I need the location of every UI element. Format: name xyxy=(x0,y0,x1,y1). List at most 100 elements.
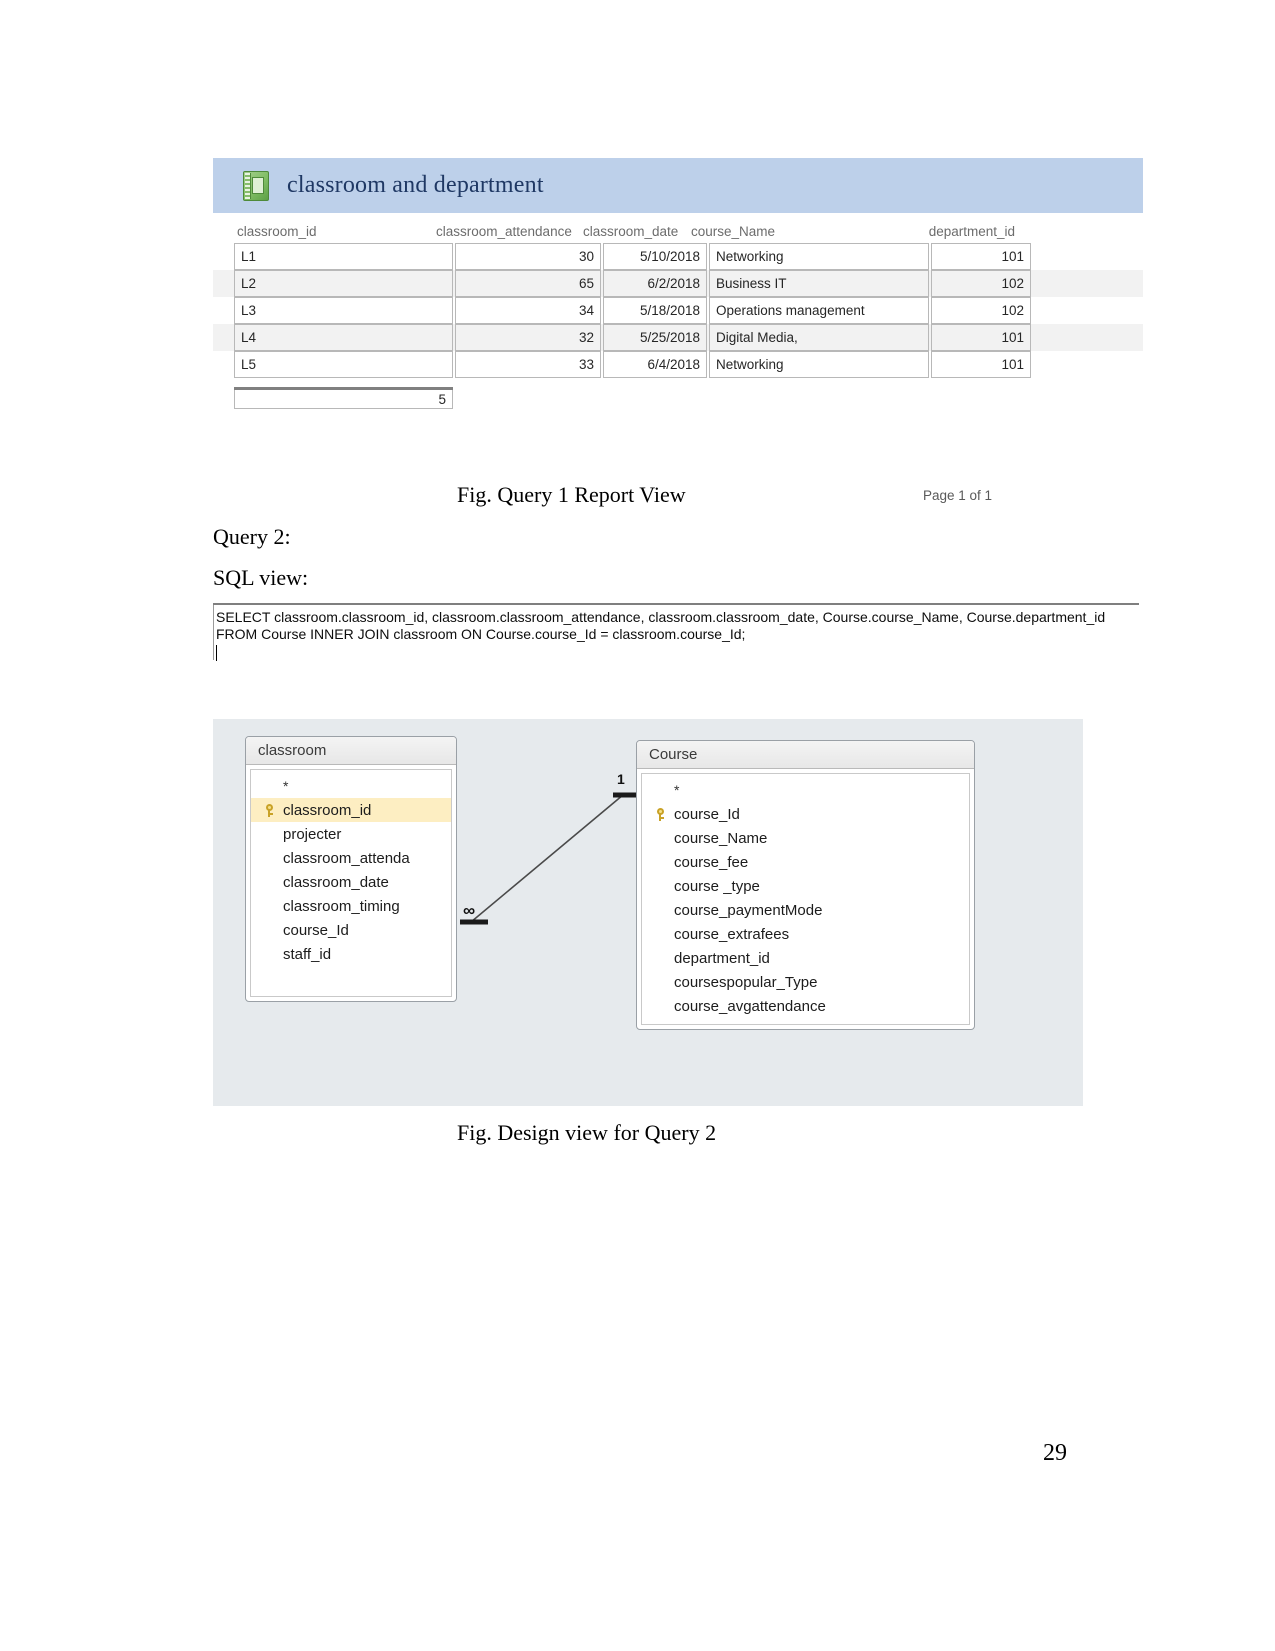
cell-classroom-id: L1 xyxy=(234,243,453,270)
cell-classroom-attendance: 32 xyxy=(455,324,601,351)
field-label: projecter xyxy=(283,825,342,843)
field-label: classroom_date xyxy=(283,873,389,891)
field-label: course_avgattendance xyxy=(674,997,826,1015)
relationship-many-label: ∞ xyxy=(463,901,476,920)
field-department-id[interactable]: department_id xyxy=(642,946,969,970)
field-label: * xyxy=(283,778,289,794)
cell-course-name: Digital Media, xyxy=(709,324,929,351)
field-course-name[interactable]: course_Name xyxy=(642,826,969,850)
column-header-classroom-date: classroom_date xyxy=(583,224,679,239)
table-row: L2 65 6/2/2018 Business IT 102 xyxy=(234,270,1033,297)
cell-classroom-id: L4 xyxy=(234,324,453,351)
sql-view-heading: SQL view: xyxy=(213,565,309,590)
page-number: 29 xyxy=(1043,1440,1067,1466)
field-label: course_Id xyxy=(674,805,740,823)
cell-classroom-id: L2 xyxy=(234,270,453,297)
cell-department-id: 101 xyxy=(931,351,1031,378)
report-book-icon xyxy=(243,170,269,201)
cell-course-name: Business IT xyxy=(709,270,929,297)
column-header-course-name: course_Name xyxy=(691,224,776,239)
field-label: coursespopular_Type xyxy=(674,973,818,991)
field-label: course_Id xyxy=(283,921,349,939)
column-header-department-id: department_id xyxy=(928,224,1015,239)
field-course-id[interactable]: course_Id xyxy=(251,918,451,942)
field-asterisk[interactable]: * xyxy=(642,778,969,802)
cell-classroom-attendance: 65 xyxy=(455,270,601,297)
design-table-title-course: Course xyxy=(637,741,974,769)
summary-count: 5 xyxy=(234,390,453,409)
field-course-avgattendance[interactable]: course_avgattendance xyxy=(642,994,969,1018)
field-course-id[interactable]: course_Id xyxy=(642,802,969,826)
field-course-type[interactable]: course _type xyxy=(642,874,969,898)
cell-department-id: 102 xyxy=(931,297,1031,324)
design-table-title-classroom: classroom xyxy=(246,737,456,765)
table-row: L3 34 5/18/2018 Operations management 10… xyxy=(234,297,1033,324)
field-course-payment-mode[interactable]: course_paymentMode xyxy=(642,898,969,922)
cell-department-id: 102 xyxy=(931,270,1031,297)
field-coursespopular-type[interactable]: coursespopular_Type xyxy=(642,970,969,994)
field-classroom-attendance[interactable]: classroom_attenda xyxy=(251,846,451,870)
field-label: classroom_timing xyxy=(283,897,400,915)
field-course-extrafees[interactable]: course_extrafees xyxy=(642,922,969,946)
design-table-fieldlist-classroom: * classroom_id projecter classroom_atten… xyxy=(250,769,452,997)
sql-statement-line-1[interactable]: SELECT classroom.classroom_id, classroom… xyxy=(213,605,1139,626)
design-table-course[interactable]: Course * course_Id course_Name course_fe… xyxy=(636,740,975,1030)
table-row: L5 33 6/4/2018 Networking 101 xyxy=(234,351,1033,378)
table-row: L4 32 5/25/2018 Digital Media, 101 xyxy=(234,324,1033,351)
cell-classroom-attendance: 33 xyxy=(455,351,601,378)
cell-classroom-date: 6/2/2018 xyxy=(603,270,707,297)
text-caret xyxy=(216,645,217,661)
column-header-classroom-attendance: classroom_attendance xyxy=(436,224,572,239)
field-label: course_extrafees xyxy=(674,925,790,943)
field-label: course_paymentMode xyxy=(674,901,823,919)
relationship-one-label: 1 xyxy=(617,771,625,787)
report-title: classroom and department xyxy=(287,172,544,198)
field-label: staff_id xyxy=(283,945,332,963)
field-projecter[interactable]: projecter xyxy=(251,822,451,846)
cell-department-id: 101 xyxy=(931,324,1031,351)
field-classroom-id[interactable]: classroom_id xyxy=(251,798,451,822)
column-header-classroom-id: classroom_id xyxy=(237,224,317,239)
field-label: course_Name xyxy=(674,829,768,847)
field-classroom-timing[interactable]: classroom_timing xyxy=(251,894,451,918)
cell-classroom-date: 5/10/2018 xyxy=(603,243,707,270)
field-course-fee[interactable]: course_fee xyxy=(642,850,969,874)
cell-course-name: Networking xyxy=(709,243,929,270)
page-indicator: Page 1 of 1 xyxy=(923,488,993,503)
field-staff-id[interactable]: staff_id xyxy=(251,942,451,966)
access-report-view: classroom and department classroom_id cl… xyxy=(213,158,1143,503)
primary-key-icon xyxy=(646,807,674,821)
cell-course-name: Operations management xyxy=(709,297,929,324)
cell-classroom-attendance: 34 xyxy=(455,297,601,324)
report-header: classroom and department xyxy=(213,158,1143,213)
design-table-fieldlist-course: * course_Id course_Name course_fee cours… xyxy=(641,773,970,1025)
field-label: classroom_id xyxy=(283,801,372,819)
field-label: department_id xyxy=(674,949,770,967)
field-asterisk[interactable]: * xyxy=(251,774,451,798)
sql-view-box: SELECT classroom.classroom_id, classroom… xyxy=(213,603,1139,661)
cell-department-id: 101 xyxy=(931,243,1031,270)
sql-statement-line-2[interactable]: FROM Course INNER JOIN classroom ON Cour… xyxy=(213,626,1139,643)
cell-classroom-id: L3 xyxy=(234,297,453,324)
report-summary: 5 xyxy=(213,378,1143,409)
cell-course-name: Networking xyxy=(709,351,929,378)
query-design-view: 1 ∞ classroom * classroom_id projecter c… xyxy=(213,719,1083,1106)
design-table-classroom[interactable]: classroom * classroom_id projecter class… xyxy=(245,736,457,1002)
sql-left-rule xyxy=(213,605,214,660)
table-row: L1 30 5/10/2018 Networking 101 xyxy=(234,243,1033,270)
report-column-headers: classroom_id classroom_attendance classr… xyxy=(213,213,1143,243)
primary-key-icon xyxy=(255,803,283,817)
field-label: course _type xyxy=(674,877,760,895)
cell-classroom-date: 6/4/2018 xyxy=(603,351,707,378)
field-label: course_fee xyxy=(674,853,749,871)
cell-classroom-date: 5/18/2018 xyxy=(603,297,707,324)
query-2-heading: Query 2: xyxy=(213,524,291,549)
cell-classroom-date: 5/25/2018 xyxy=(603,324,707,351)
cell-classroom-attendance: 30 xyxy=(455,243,601,270)
figure-caption-query1: Fig. Query 1 Report View xyxy=(457,482,686,507)
field-label: classroom_attenda xyxy=(283,849,410,867)
figure-caption-query2-design: Fig. Design view for Query 2 xyxy=(457,1120,717,1145)
field-label: * xyxy=(674,782,680,798)
field-classroom-date[interactable]: classroom_date xyxy=(251,870,451,894)
cell-classroom-id: L5 xyxy=(234,351,453,378)
